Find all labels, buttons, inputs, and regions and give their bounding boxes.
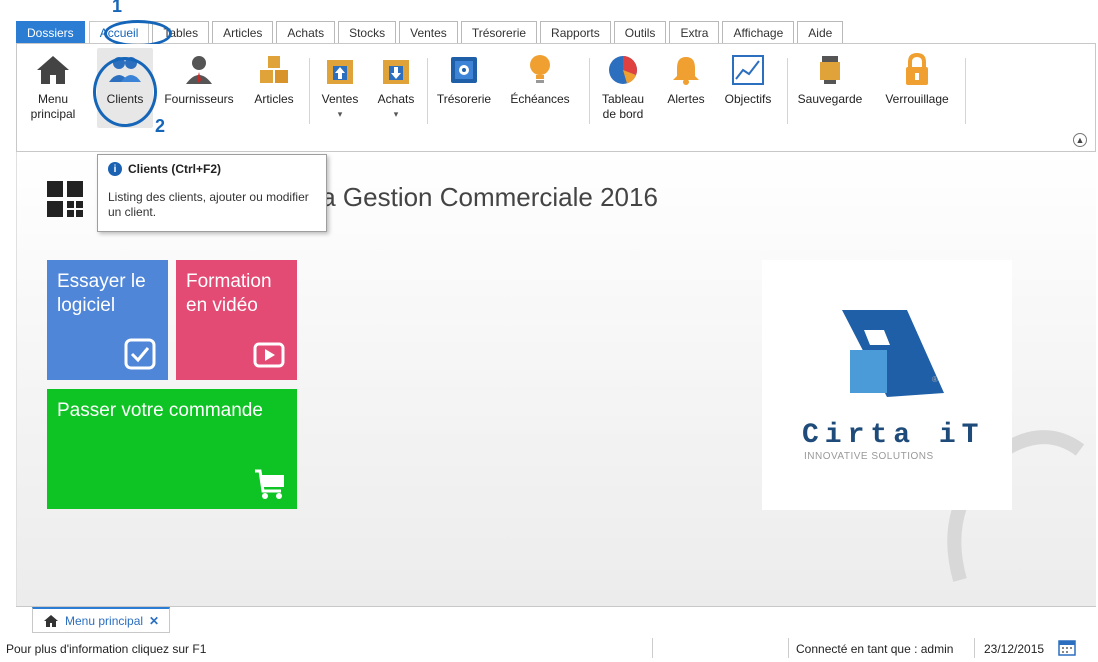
- annotation-number-2: 2: [155, 116, 166, 136]
- tile-formation-label: Formation en vidéo: [186, 271, 272, 316]
- doc-tab-label: Menu principal: [65, 613, 144, 628]
- verrouillage-button[interactable]: Verrouillage: [877, 50, 957, 107]
- registered-mark: ®: [932, 375, 938, 384]
- tab-stocks[interactable]: Stocks: [338, 21, 397, 43]
- ribbon-separator: [965, 58, 966, 124]
- tooltip-body: Listing des clients, ajouter ou modifier…: [108, 190, 309, 219]
- pie-chart-icon: [603, 50, 643, 90]
- ribbon-separator: [787, 58, 788, 124]
- tile-commande[interactable]: Passer votre commande: [47, 389, 297, 509]
- menu-principal-label: Menu principal: [30, 92, 76, 121]
- clients-tooltip: i Clients (Ctrl+F2) Listing des clients,…: [97, 154, 327, 232]
- achats-button[interactable]: Achats ▾: [373, 50, 419, 122]
- tab-aide[interactable]: Aide: [797, 21, 844, 43]
- menu-principal-button[interactable]: Menu principal: [27, 50, 79, 122]
- tab-rapports[interactable]: Rapports: [540, 21, 611, 43]
- sauvegarde-button[interactable]: Sauvegarde: [793, 50, 867, 107]
- annotation-number-1: 1: [112, 0, 123, 16]
- objectifs-button[interactable]: Objectifs: [717, 50, 779, 107]
- cirta-logo-mark: [842, 310, 944, 397]
- status-separator: [652, 638, 653, 658]
- ribbon: Menu principal Clients Fournisseurs Arti…: [16, 44, 1096, 152]
- achats-label: Achats: [377, 92, 415, 106]
- fournisseurs-label: Fournisseurs: [164, 92, 234, 106]
- tile-formation[interactable]: Formation en vidéo: [176, 260, 297, 380]
- doc-tab-menu-principal[interactable]: Menu principal ✕: [32, 607, 171, 633]
- grid-icon: [47, 181, 83, 217]
- supplier-icon: [179, 50, 219, 90]
- articles-button[interactable]: Articles: [249, 50, 299, 107]
- boxes-icon: [254, 50, 294, 90]
- tableau-de-bord-button[interactable]: Tableau de bord: [597, 50, 649, 122]
- info-icon: i: [108, 162, 122, 176]
- bell-icon: [666, 50, 706, 90]
- alertes-button[interactable]: Alertes: [663, 50, 709, 107]
- verrouillage-label: Verrouillage: [885, 92, 949, 106]
- app-window: 1 Dossiers Accueil Tables Articles Achat…: [0, 0, 1098, 662]
- backup-icon: [810, 50, 850, 90]
- tab-achats[interactable]: Achats: [276, 21, 336, 43]
- cirta-tagline: INNOVATIVE SOLUTIONS: [804, 451, 934, 462]
- box-out-icon: [320, 50, 360, 90]
- tile-essayer-label: Essayer le logiciel: [57, 271, 146, 316]
- ventes-button[interactable]: Ventes ▾: [317, 50, 363, 122]
- tresorerie-label: Trésorerie: [436, 92, 492, 106]
- annotation-ellipse-accueil: [104, 20, 172, 47]
- status-bar: Pour plus d'information cliquez sur F1 C…: [0, 636, 1098, 662]
- tab-ventes[interactable]: Ventes: [399, 21, 458, 43]
- safe-icon: [444, 50, 484, 90]
- fournisseurs-button[interactable]: Fournisseurs: [163, 50, 235, 107]
- tile-essayer[interactable]: Essayer le logiciel: [47, 260, 168, 380]
- document-tabs: Menu principal ✕: [16, 606, 1096, 633]
- tab-outils[interactable]: Outils: [613, 21, 667, 43]
- ventes-label: Ventes: [321, 92, 359, 106]
- tab-affichage[interactable]: Affichage: [722, 21, 795, 43]
- status-user: Connecté en tant que : admin: [796, 642, 954, 656]
- video-play-icon: [253, 342, 285, 368]
- tab-tresorerie[interactable]: Trésorerie: [460, 21, 538, 43]
- articles-label: Articles: [254, 92, 294, 106]
- sauvegarde-label: Sauvegarde: [797, 92, 863, 106]
- collapse-ribbon-button[interactable]: ▲: [1073, 133, 1087, 147]
- chevron-up-icon: ▲: [1075, 135, 1085, 145]
- home-icon: [33, 50, 73, 90]
- status-date: 23/12/2015: [984, 642, 1045, 656]
- tresorerie-button[interactable]: Trésorerie: [433, 50, 495, 107]
- home-icon: [44, 614, 58, 627]
- tab-extra[interactable]: Extra: [669, 21, 720, 43]
- tooltip-title: Clients (Ctrl+F2): [128, 162, 222, 176]
- page-title: ta Gestion Commerciale 2016: [314, 182, 658, 212]
- ribbon-separator: [309, 58, 310, 124]
- menu-tabs: Dossiers Accueil Tables Articles Achats …: [16, 21, 1096, 44]
- calendar-icon[interactable]: [1058, 638, 1076, 656]
- status-separator: [974, 638, 975, 658]
- ribbon-separator: [589, 58, 590, 124]
- echeances-label: Échéances: [510, 92, 570, 106]
- annotation-ellipse-clients: [93, 57, 157, 127]
- cirta-brand: Cirta iT: [802, 420, 985, 451]
- lightbulb-icon: [520, 50, 560, 90]
- tab-articles[interactable]: Articles: [212, 21, 274, 43]
- tableau-de-bord-label: Tableau de bord: [601, 92, 645, 121]
- status-help-text: Pour plus d'information cliquez sur F1: [6, 642, 207, 656]
- echeances-button[interactable]: Échéances: [507, 50, 573, 107]
- status-separator: [788, 638, 789, 658]
- checkbox-icon: [124, 338, 156, 370]
- achats-dropdown-icon: ▾: [393, 109, 399, 119]
- alertes-label: Alertes: [667, 92, 705, 106]
- box-in-icon: [376, 50, 416, 90]
- shopping-cart-icon: [255, 469, 284, 499]
- lock-icon: [897, 50, 937, 90]
- close-icon[interactable]: ✕: [149, 614, 159, 628]
- tab-dossiers[interactable]: Dossiers: [16, 21, 85, 43]
- ribbon-separator: [427, 58, 428, 124]
- cirta-logo-card: ® Cirta iT INNOVATIVE SOLUTIONS: [762, 260, 1012, 510]
- line-chart-icon: [728, 50, 768, 90]
- objectifs-label: Objectifs: [724, 92, 772, 106]
- tile-commande-label: Passer votre commande: [57, 400, 263, 421]
- ventes-dropdown-icon: ▾: [337, 109, 343, 119]
